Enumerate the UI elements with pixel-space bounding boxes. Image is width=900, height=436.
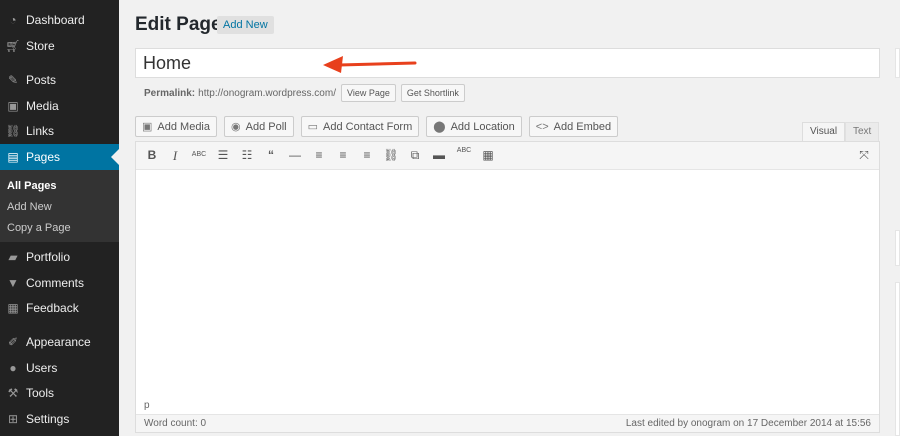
- sidebar-item-label: Store: [26, 39, 55, 53]
- toolbar-toggle-icon[interactable]: ▦: [480, 148, 496, 162]
- insert-link-icon[interactable]: ⛓: [383, 148, 399, 162]
- sidebar-item-label: Dashboard: [26, 13, 85, 27]
- sidebar-item-label: Links: [26, 124, 55, 138]
- submenu-item-copy-page[interactable]: Copy a Page: [7, 222, 71, 234]
- link-icon: ⛓: [5, 124, 21, 138]
- form-icon: ▭: [307, 121, 318, 133]
- feedback-icon: ▦: [7, 301, 19, 315]
- media-buttons: ▣ Add Media ◉ Add Poll ▭ Add Contact Form ⬤…: [135, 116, 619, 137]
- get-shortlink-button[interactable]: Get Shortlink: [400, 84, 465, 102]
- sidebar-item-appearance[interactable]: ✐ Appearance: [0, 329, 119, 355]
- sidebar-item-settings[interactable]: ⊞ Settings: [0, 406, 119, 432]
- red-arrow-annotation: [323, 56, 417, 73]
- sidebar-item-media[interactable]: ▣ Media: [0, 93, 119, 119]
- media-icon: ▣: [7, 99, 19, 113]
- sidebar-item-label: Pages: [26, 150, 61, 164]
- add-media-button[interactable]: ▣ Add Media: [135, 116, 217, 137]
- word-count: Word count: 0: [144, 418, 207, 429]
- spellcheck-button[interactable]: ABC: [456, 147, 472, 154]
- numbered-list-icon[interactable]: ☷: [239, 148, 255, 162]
- sidebar-item-label: Users: [26, 361, 58, 375]
- add-media-label: Add Media: [157, 120, 210, 133]
- folder-icon: ▰: [8, 250, 18, 264]
- cart-icon: 🛒︎: [5, 39, 21, 53]
- add-poll-button[interactable]: ◉ Add Poll: [224, 116, 294, 137]
- italic-button[interactable]: I: [167, 148, 183, 164]
- tab-text[interactable]: Text: [845, 122, 880, 141]
- sidebar-item-label: Posts: [26, 73, 57, 87]
- tab-visual[interactable]: Visual: [802, 122, 846, 141]
- sidebar-item-label: Tools: [26, 386, 55, 400]
- sidebar-item-portfolio[interactable]: ▰ Portfolio: [0, 244, 119, 270]
- sidebar-item-label: Appearance: [26, 335, 91, 349]
- sidebar-item-tools[interactable]: ⚒ Tools: [0, 380, 119, 406]
- main-content: Edit Page Add New Home Permalink: http:/…: [119, 0, 900, 436]
- admin-sidebar: ◔ Dashboard 🛒︎ Store ✎ Posts ▣ Media ⛓ Links …: [0, 0, 119, 436]
- pushpin-icon: ✎: [7, 73, 19, 87]
- content-editor: B I ABC ☰ ☷ “ — ≡ ≡ ≡ ⛓ ⧉ ▬ ABC ▦ ⤧ p Wo…: [135, 141, 880, 433]
- pages-submenu: All Pages Add New Copy a Page: [0, 170, 119, 242]
- align-center-icon[interactable]: ≡: [335, 148, 351, 162]
- submenu-item-add-new[interactable]: Add New: [7, 201, 52, 213]
- editor-status-bar: Word count: 0 Last edited by onogram on …: [136, 414, 879, 432]
- add-embed-button[interactable]: <> Add Embed: [528, 116, 619, 137]
- location-pin-icon: ⬤: [433, 121, 446, 133]
- sidebar-item-store[interactable]: 🛒︎ Store: [0, 33, 119, 59]
- right-panel-edge: [895, 282, 900, 436]
- permalink-row: Permalink: http://onogram.wordpress.com/…: [144, 84, 465, 102]
- permalink-url[interactable]: http://onogram.wordpress.com/: [198, 88, 336, 99]
- wrench-icon: ⚒: [7, 386, 19, 400]
- title-input[interactable]: Home: [135, 48, 880, 78]
- editor-path: p: [144, 400, 150, 411]
- add-poll-label: Add Poll: [245, 120, 287, 133]
- add-embed-label: Add Embed: [553, 120, 612, 133]
- sidebar-item-label: Media: [26, 99, 59, 113]
- dashboard-icon: ◔: [9, 13, 17, 27]
- sidebar-item-posts[interactable]: ✎ Posts: [0, 67, 119, 93]
- add-contact-form-label: Add Contact Form: [323, 120, 413, 133]
- editor-body[interactable]: [136, 170, 879, 398]
- sidebar-item-label: Comments: [26, 276, 85, 290]
- poll-icon: ◉: [231, 121, 241, 133]
- media-icon: ▣: [142, 121, 153, 133]
- brush-icon: ✐: [7, 335, 19, 349]
- add-contact-form-button[interactable]: ▭ Add Contact Form: [300, 116, 420, 137]
- pages-icon: ▤: [7, 150, 19, 164]
- comment-icon: ▼: [7, 276, 19, 290]
- sidebar-item-users[interactable]: ● Users: [0, 355, 119, 381]
- align-right-icon[interactable]: ≡: [359, 148, 375, 162]
- add-location-label: Add Location: [450, 120, 515, 133]
- bold-button[interactable]: B: [144, 148, 160, 162]
- sidebar-item-label: Portfolio: [26, 250, 71, 264]
- sidebar-item-label: Settings: [26, 412, 70, 426]
- editor-toolbar: B I ABC ☰ ☷ “ — ≡ ≡ ≡ ⛓ ⧉ ▬ ABC ▦ ⤧: [136, 142, 879, 170]
- add-new-button[interactable]: Add New: [217, 16, 274, 34]
- page-title: Edit Page: [135, 14, 222, 35]
- blockquote-button[interactable]: “: [263, 148, 279, 162]
- permalink-label: Permalink:: [144, 87, 196, 99]
- embed-icon: <>: [535, 120, 549, 133]
- align-left-icon[interactable]: ≡: [311, 148, 327, 162]
- right-panel-edge: [895, 230, 900, 266]
- unlink-icon[interactable]: ⧉: [407, 148, 423, 163]
- read-more-icon[interactable]: ▬: [431, 148, 447, 162]
- fullscreen-icon[interactable]: ⤧: [856, 148, 872, 163]
- right-panel-edge: [895, 48, 900, 78]
- bullet-list-icon[interactable]: ☰: [215, 148, 231, 162]
- sidebar-item-pages[interactable]: ▤ Pages: [0, 144, 119, 170]
- horizontal-line-button[interactable]: —: [287, 148, 303, 162]
- settings-icon: ⊞: [7, 412, 19, 426]
- submenu-item-all-pages[interactable]: All Pages: [7, 180, 57, 192]
- user-icon: ●: [9, 361, 17, 375]
- sidebar-item-links[interactable]: ⛓ Links: [0, 118, 119, 144]
- sidebar-item-feedback[interactable]: ▦ Feedback: [0, 295, 119, 321]
- view-page-button[interactable]: View Page: [340, 84, 396, 102]
- last-edited: Last edited by onogram on 17 December 20…: [625, 418, 871, 429]
- sidebar-item-dashboard[interactable]: ◔ Dashboard: [0, 7, 119, 33]
- strikethrough-button[interactable]: ABC: [191, 151, 207, 158]
- sidebar-item-label: Feedback: [26, 301, 79, 315]
- sidebar-item-comments[interactable]: ▼ Comments: [0, 270, 119, 296]
- add-location-button[interactable]: ⬤ Add Location: [426, 116, 522, 137]
